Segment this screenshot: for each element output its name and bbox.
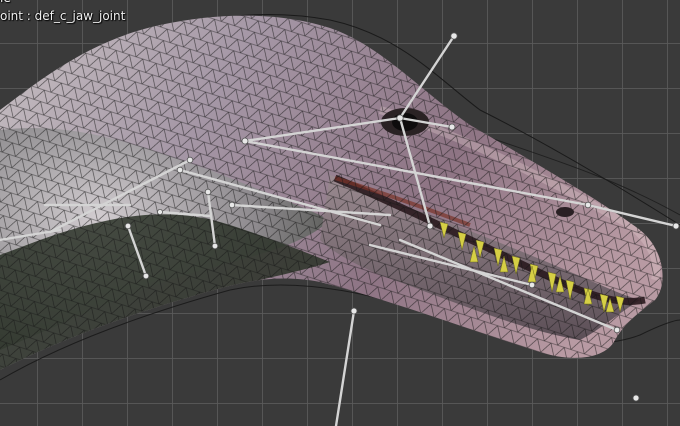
joint-dot bbox=[528, 281, 536, 289]
joint-dot bbox=[672, 222, 680, 230]
joint-dot bbox=[186, 156, 194, 164]
scene-canvas[interactable] bbox=[0, 0, 680, 426]
joint-dot bbox=[142, 272, 150, 280]
joint-dot bbox=[350, 307, 358, 315]
joint-dot bbox=[124, 222, 132, 230]
joint-dot bbox=[450, 32, 458, 40]
joint-dot bbox=[176, 166, 184, 174]
joint-dot bbox=[584, 201, 592, 209]
active-joint-label: oint : def_c_jaw_joint bbox=[0, 9, 126, 23]
joint-dot bbox=[211, 242, 219, 250]
3d-viewport[interactable]: ie oint : def_c_jaw_joint bbox=[0, 0, 680, 426]
viewport-mode-label: ie bbox=[0, 0, 11, 5]
joint-dot bbox=[632, 394, 640, 402]
bone-line bbox=[334, 309, 356, 426]
joint-dot bbox=[241, 137, 249, 145]
joint-dot bbox=[156, 208, 163, 215]
joint-dot bbox=[396, 114, 404, 122]
joint-dot bbox=[228, 201, 236, 209]
joint-dot bbox=[204, 188, 212, 196]
nostril bbox=[556, 207, 574, 217]
joint-dot bbox=[426, 222, 434, 230]
joint-dot bbox=[448, 123, 456, 131]
joint-dot bbox=[613, 326, 621, 334]
